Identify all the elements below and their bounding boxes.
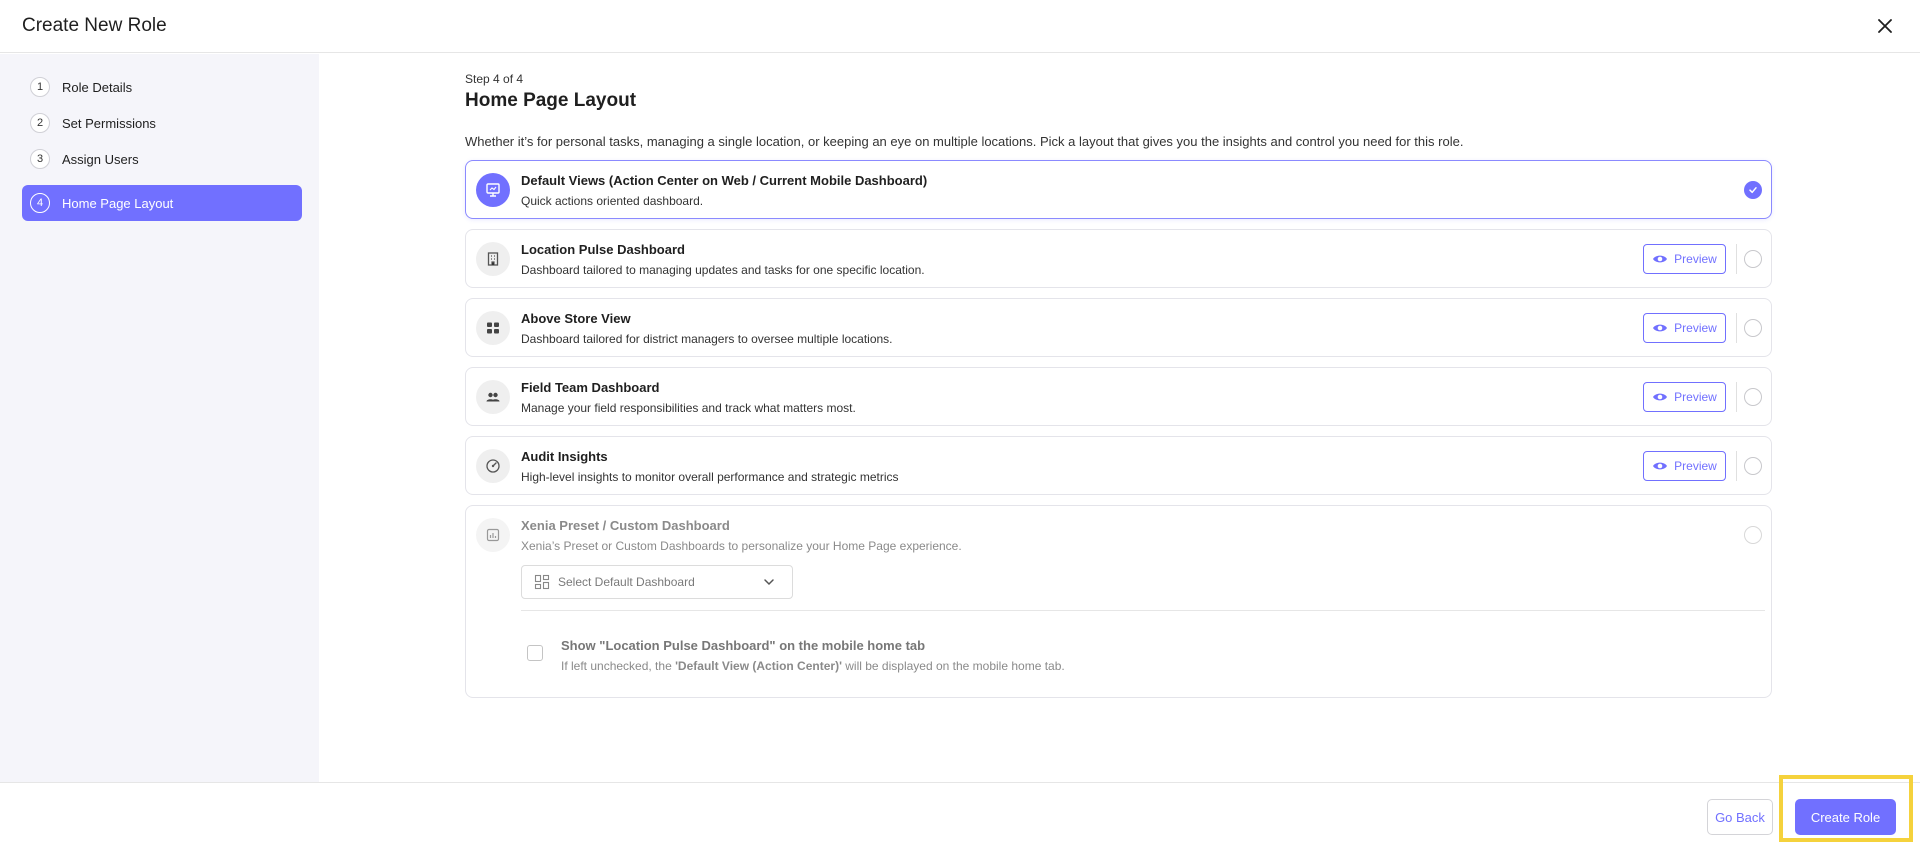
preview-button[interactable]: Preview	[1643, 451, 1726, 481]
modal-title: Create New Role	[22, 15, 167, 36]
step-label: Assign Users	[62, 151, 139, 167]
building-icon	[476, 242, 510, 276]
option-description: Xenia’s Preset or Custom Dashboards to p…	[521, 539, 962, 553]
preview-button[interactable]: Preview	[1643, 313, 1726, 343]
step-number: 2	[30, 113, 50, 133]
eye-icon	[1653, 255, 1668, 263]
eye-icon	[1653, 462, 1668, 470]
step-assign-users[interactable]: 3 Assign Users	[22, 142, 302, 176]
team-icon	[476, 380, 510, 414]
step-role-details[interactable]: 1 Role Details	[22, 70, 302, 104]
radio-button[interactable]	[1744, 526, 1762, 544]
option-description: Dashboard tailored to managing updates a…	[521, 263, 925, 277]
default-dashboard-select[interactable]: Select Default Dashboard	[521, 565, 793, 599]
preview-label: Preview	[1674, 390, 1717, 404]
step-label: Role Details	[62, 79, 133, 95]
divider	[1736, 451, 1737, 481]
step-number: 4	[30, 193, 50, 213]
divider	[1736, 313, 1737, 343]
radio-button[interactable]	[1744, 250, 1762, 268]
page-description: Whether it’s for personal tasks, managin…	[465, 134, 1464, 149]
steps-sidebar: 1 Role Details 2 Set Permissions 3 Assig…	[0, 54, 319, 782]
monitor-icon	[476, 173, 510, 207]
selected-check-icon[interactable]	[1744, 181, 1762, 199]
option-location-pulse-dashboard[interactable]: Location Pulse Dashboard Dashboard tailo…	[465, 229, 1772, 288]
option-title: Field Team Dashboard	[521, 380, 660, 395]
option-audit-insights[interactable]: Audit Insights High-level insights to mo…	[465, 436, 1772, 495]
preview-button[interactable]: Preview	[1643, 244, 1726, 274]
radio-button[interactable]	[1744, 457, 1762, 475]
option-title: Above Store View	[521, 311, 631, 326]
mobile-home-tab-checkbox[interactable]	[527, 645, 543, 661]
create-role-button[interactable]: Create Role	[1795, 799, 1896, 835]
preview-label: Preview	[1674, 252, 1717, 266]
chart-icon	[476, 518, 510, 552]
close-icon	[1878, 19, 1892, 33]
option-field-team-dashboard[interactable]: Field Team Dashboard Manage your field r…	[465, 367, 1772, 426]
divider	[1736, 382, 1737, 412]
checkbox-title: Show "Location Pulse Dashboard" on the m…	[561, 638, 926, 653]
option-title: Default Views (Action Center on Web / Cu…	[521, 173, 928, 188]
divider	[1736, 244, 1737, 274]
option-title: Audit Insights	[521, 449, 608, 464]
radio-button[interactable]	[1744, 319, 1762, 337]
option-xenia-preset-custom-dashboard[interactable]: Xenia Preset / Custom Dashboard Xenia’s …	[465, 505, 1772, 698]
chevron-down-icon	[764, 579, 774, 586]
option-title: Xenia Preset / Custom Dashboard	[521, 518, 730, 533]
gauge-icon	[476, 449, 510, 483]
modal-header: Create New Role	[0, 0, 1920, 53]
select-placeholder: Select Default Dashboard	[558, 575, 695, 589]
step-caption: Step 4 of 4	[465, 72, 524, 86]
grid-icon	[476, 311, 510, 345]
step-number: 3	[30, 149, 50, 169]
checkbox-description: If left unchecked, the 'Default View (Ac…	[561, 659, 1065, 673]
go-back-button[interactable]: Go Back	[1707, 799, 1773, 835]
radio-button[interactable]	[1744, 388, 1762, 406]
option-above-store-view[interactable]: Above Store View Dashboard tailored for …	[465, 298, 1772, 357]
eye-icon	[1653, 393, 1668, 401]
divider	[521, 610, 1765, 611]
step-label: Set Permissions	[62, 115, 156, 131]
option-default-views[interactable]: Default Views (Action Center on Web / Cu…	[465, 160, 1772, 219]
eye-icon	[1653, 324, 1668, 332]
option-description: High-level insights to monitor overall p…	[521, 470, 899, 484]
preview-button[interactable]: Preview	[1643, 382, 1726, 412]
step-set-permissions[interactable]: 2 Set Permissions	[22, 106, 302, 140]
option-description: Manage your field responsibilities and t…	[521, 401, 856, 415]
option-description: Quick actions oriented dashboard.	[521, 194, 704, 208]
modal-footer: Go Back Create Role	[0, 782, 1920, 848]
step-label: Home Page Layout	[62, 195, 174, 211]
dashboard-grid-icon	[534, 574, 550, 590]
step-home-page-layout[interactable]: 4 Home Page Layout	[22, 185, 302, 221]
page-title: Home Page Layout	[465, 90, 637, 111]
option-description: Dashboard tailored for district managers…	[521, 332, 893, 346]
step-number: 1	[30, 77, 50, 97]
close-button[interactable]	[1873, 14, 1897, 38]
preview-label: Preview	[1674, 459, 1717, 473]
preview-label: Preview	[1674, 321, 1717, 335]
option-title: Location Pulse Dashboard	[521, 242, 685, 257]
